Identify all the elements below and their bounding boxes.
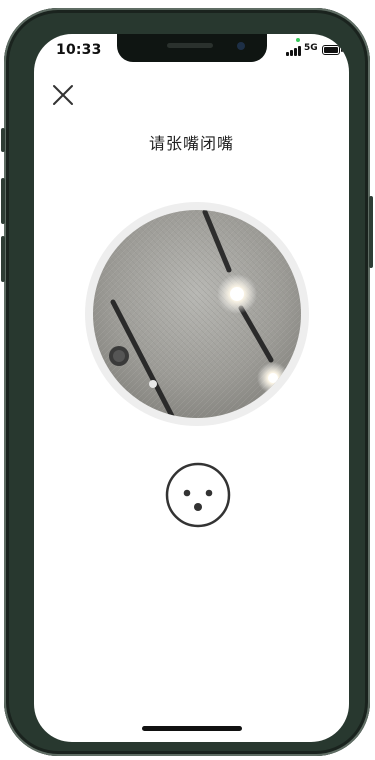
screen: 10:33 5G 请张嘴闭嘴 [34, 34, 349, 742]
signal-icon [286, 45, 302, 56]
status-time: 10:33 [56, 42, 102, 58]
close-icon[interactable] [50, 82, 76, 108]
network-label: 5G [304, 43, 318, 53]
phone-frame: 10:33 5G 请张嘴闭嘴 [1, 8, 373, 756]
battery-icon [322, 45, 343, 55]
camera-preview [93, 210, 301, 418]
home-indicator[interactable] [142, 726, 242, 731]
notch [117, 34, 267, 62]
speaker [167, 43, 213, 48]
mic-indicator-dot [296, 38, 300, 42]
mouth-open-face-icon [164, 461, 232, 529]
volume-up-button [1, 178, 5, 224]
side-button [1, 128, 5, 152]
volume-down-button [1, 236, 5, 282]
instruction-title: 请张嘴闭嘴 [148, 134, 234, 153]
power-button [369, 196, 373, 268]
front-camera [237, 42, 245, 50]
